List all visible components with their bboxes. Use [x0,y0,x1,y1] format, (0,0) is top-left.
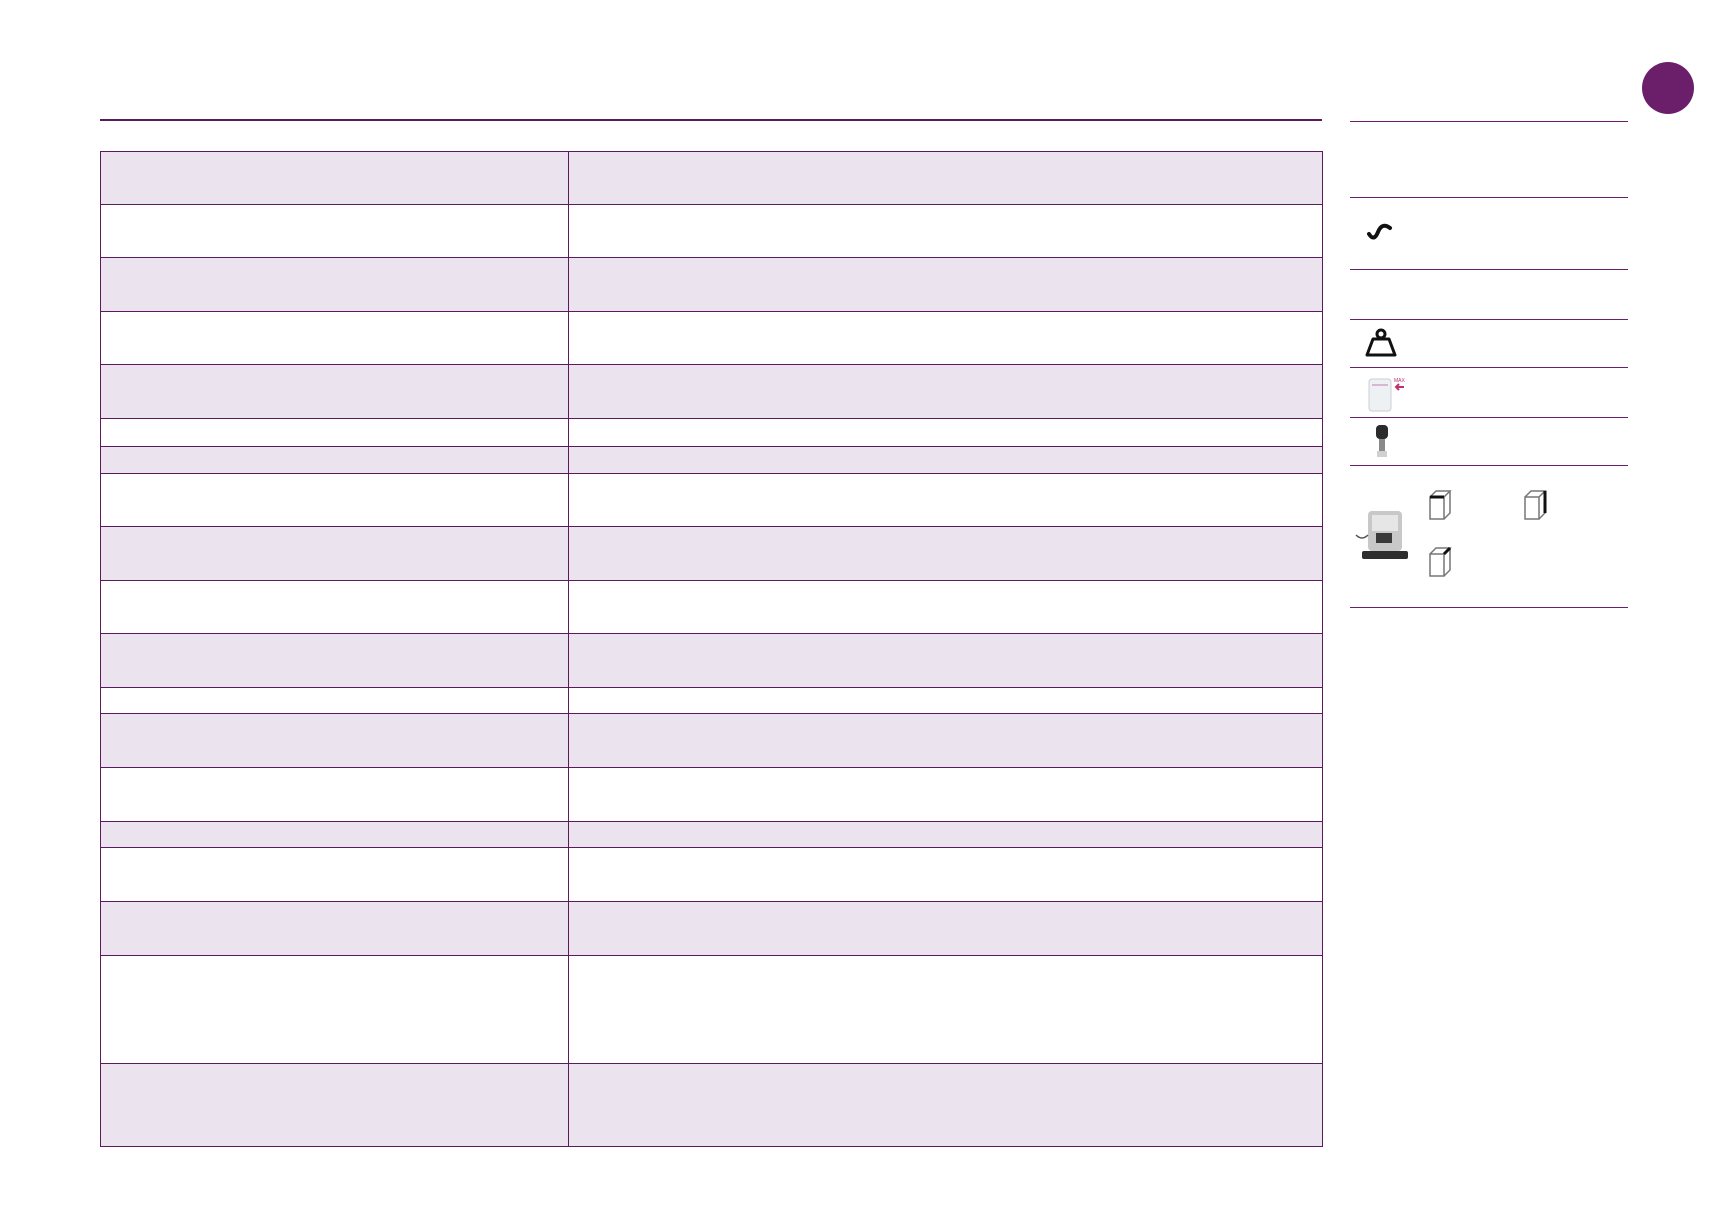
table-row [100,955,1323,1064]
row-label [100,526,569,581]
row-value [568,418,1323,447]
row-value [568,204,1323,258]
table-row [100,580,1323,634]
max-label: MAX [1394,378,1406,384]
side-rule [1350,417,1628,418]
box-dimension-icon [1524,490,1547,520]
table-row [100,526,1323,581]
water-tank-max-icon: MAX [1368,378,1406,412]
milk-frother-icon [1376,425,1388,457]
row-value [568,633,1323,688]
row-value [568,526,1323,581]
row-label [100,257,569,312]
row-value [568,1063,1323,1147]
row-value [568,821,1323,848]
side-rule [1350,197,1628,198]
row-value [568,580,1323,634]
table-row [100,418,1323,447]
page-top-rule [100,119,1322,121]
row-label [100,1063,569,1147]
side-rule [1350,465,1628,466]
row-value [568,847,1323,902]
table-row [100,847,1323,902]
table-row [100,713,1323,768]
row-label [100,955,569,1064]
side-rule [1350,269,1628,270]
table-row [100,473,1323,527]
ac-current-icon [1367,223,1392,240]
table-row [100,901,1323,956]
table-row [100,687,1323,714]
row-value [568,151,1323,205]
row-value [568,311,1323,365]
table-row [100,204,1323,258]
side-rule [1350,607,1628,608]
table-row [100,364,1323,419]
row-label [100,847,569,902]
side-rule [1350,319,1628,320]
table-row [100,446,1323,474]
row-value [568,687,1323,714]
row-label [100,151,569,205]
row-label [100,633,569,688]
row-value [568,257,1323,312]
row-label [100,446,569,474]
table-row [100,821,1323,848]
box-dimension-icon [1429,490,1452,520]
table-row [100,151,1323,205]
row-label [100,580,569,634]
appliance-photo [1355,511,1408,559]
table-row [100,1063,1323,1147]
table-row [100,257,1323,312]
row-label [100,687,569,714]
side-rule [1350,367,1628,368]
row-label [100,767,569,822]
row-value [568,901,1323,956]
row-label [100,473,569,527]
side-rule [1350,121,1628,122]
row-label [100,364,569,419]
row-label [100,204,569,258]
row-value [568,955,1323,1064]
row-label [100,821,569,848]
weight-icon [1365,328,1397,357]
table-row [100,633,1323,688]
spec-table [100,151,1323,1147]
row-value [568,473,1323,527]
row-label [100,418,569,447]
row-label [100,901,569,956]
box-dimension-icon [1429,546,1452,577]
row-value [568,713,1323,768]
table-row [100,311,1323,365]
row-value [568,364,1323,419]
row-label [100,311,569,365]
row-value [568,446,1323,474]
table-row [100,767,1323,822]
row-value [568,767,1323,822]
section-badge [1642,62,1694,114]
row-label [100,713,569,768]
